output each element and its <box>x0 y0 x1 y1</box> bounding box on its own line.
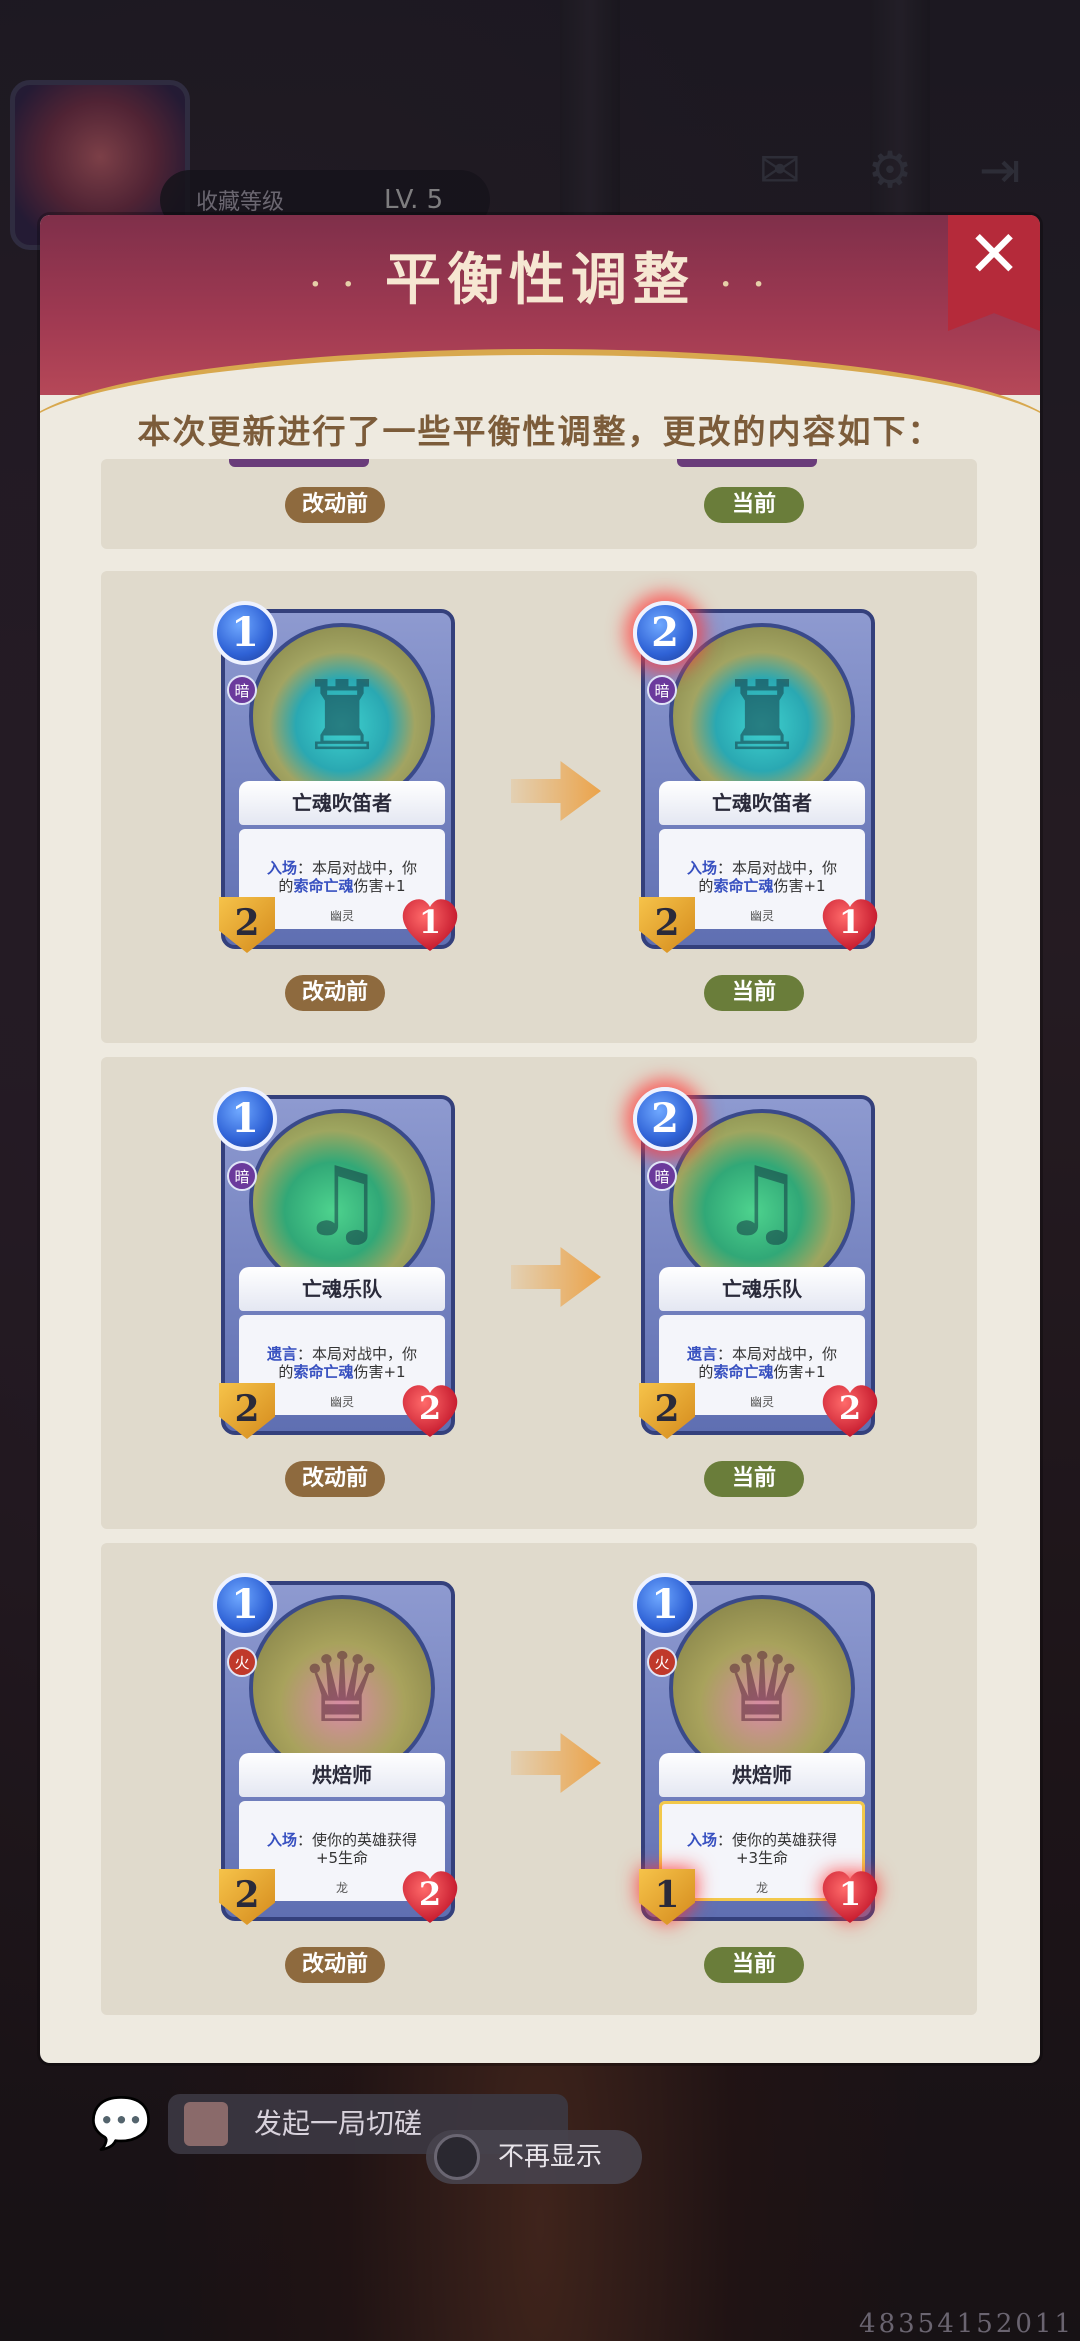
card-edge <box>229 459 369 467</box>
balance-modal: · · 平衡性调整 · · ✕ 本次更新进行了一些平衡性调整，更改的内容如下： … <box>40 215 1040 2063</box>
card-before[interactable]: ♫ 1 暗 亡魂乐队 遗言：本局对战中，你 的索命亡魂伤害+1 幽灵 2 2 <box>213 1087 455 1439</box>
element-badge: 暗 <box>647 1161 677 1191</box>
tag-before: 改动前 <box>285 1947 385 1983</box>
arrow-right-icon <box>511 1733 601 1793</box>
user-id: 48354152011 <box>859 2309 1074 2339</box>
health-stat: 2 <box>401 1869 459 1925</box>
card-after[interactable]: ♜ 2 暗 亡魂吹笛者 入场：本局对战中，你 的索命亡魂伤害+1 幽灵 2 1 <box>633 601 875 953</box>
element-badge: 暗 <box>227 675 257 705</box>
health-stat: 1 <box>821 1869 879 1925</box>
card-after[interactable]: ♫ 2 暗 亡魂乐队 遗言：本局对战中，你 的索命亡魂伤害+1 幽灵 2 2 <box>633 1087 875 1439</box>
attack-stat: 2 <box>219 897 275 953</box>
change-panel: ♜ 1 暗 亡魂吹笛者 入场：本局对战中，你 的索命亡魂伤害+1 幽灵 2 1 … <box>101 571 977 1043</box>
modal-title: · · 平衡性调整 · · <box>310 247 770 313</box>
arrow-right-icon <box>511 1247 601 1307</box>
tag-after: 当前 <box>704 1461 804 1497</box>
mana-cost: 1 <box>213 601 277 665</box>
attack-stat: 1 <box>639 1869 695 1925</box>
health-stat: 1 <box>401 897 459 953</box>
element-badge: 火 <box>647 1647 677 1677</box>
card-before[interactable]: ♛ 1 火 烘焙师 入场：使你的英雄获得 +5生命 龙 2 2 <box>213 1573 455 1925</box>
tag-after: 当前 <box>704 1947 804 1983</box>
modal-subtitle: 本次更新进行了一些平衡性调整，更改的内容如下： <box>137 412 943 451</box>
tag-after: 当前 <box>704 487 804 523</box>
attack-stat: 2 <box>219 1869 275 1925</box>
chat-icon[interactable]: 💬 <box>90 2098 156 2148</box>
dont-show-label: 不再显示 <box>498 2142 603 2172</box>
attack-stat: 2 <box>639 1383 695 1439</box>
attack-stat: 2 <box>219 1383 275 1439</box>
mana-cost: 1 <box>633 1573 697 1637</box>
card-name: 亡魂乐队 <box>239 1267 445 1311</box>
card-name: 烘焙师 <box>239 1753 445 1797</box>
change-panel-partial: 改动前 当前 <box>101 459 977 549</box>
health-stat: 2 <box>821 1383 879 1439</box>
element-badge: 暗 <box>227 1161 257 1191</box>
card-after[interactable]: ♛ 1 火 烘焙师 入场：使你的英雄获得 +3生命 龙 1 1 <box>633 1573 875 1925</box>
checkbox-circle-icon[interactable] <box>434 2134 480 2180</box>
card-name: 亡魂乐队 <box>659 1267 865 1311</box>
challenge-label: 发起一局切磋 <box>254 2107 423 2140</box>
attack-stat: 2 <box>639 897 695 953</box>
card-before[interactable]: ♜ 1 暗 亡魂吹笛者 入场：本局对战中，你 的索命亡魂伤害+1 幽灵 2 1 <box>213 601 455 953</box>
avatar <box>184 2102 228 2146</box>
mana-cost: 1 <box>213 1573 277 1637</box>
dont-show-again-toggle[interactable]: 不再显示 <box>426 2130 642 2184</box>
arrow-right-icon <box>511 761 601 821</box>
card-edge <box>677 459 817 467</box>
change-panel: ♫ 1 暗 亡魂乐队 遗言：本局对战中，你 的索命亡魂伤害+1 幽灵 2 2 ♫… <box>101 1057 977 1529</box>
health-stat: 2 <box>401 1383 459 1439</box>
element-badge: 火 <box>227 1647 257 1677</box>
card-name: 亡魂吹笛者 <box>239 781 445 825</box>
health-stat: 1 <box>821 897 879 953</box>
change-panel: ♛ 1 火 烘焙师 入场：使你的英雄获得 +5生命 龙 2 2 ♛ 1 火 烘焙… <box>101 1543 977 2015</box>
tag-before: 改动前 <box>285 975 385 1011</box>
mana-cost: 1 <box>213 1087 277 1151</box>
mana-cost: 2 <box>633 1087 697 1151</box>
card-name: 亡魂吹笛者 <box>659 781 865 825</box>
card-name: 烘焙师 <box>659 1753 865 1797</box>
change-list[interactable]: 改动前 当前 ♜ 1 暗 亡魂吹笛者 入场：本局对战中，你 的索命亡魂伤害+1 … <box>40 459 1040 2039</box>
tag-before: 改动前 <box>285 1461 385 1497</box>
tag-after: 当前 <box>704 975 804 1011</box>
mana-cost: 2 <box>633 601 697 665</box>
element-badge: 暗 <box>647 675 677 705</box>
close-icon: ✕ <box>967 218 1021 292</box>
tag-before: 改动前 <box>285 487 385 523</box>
